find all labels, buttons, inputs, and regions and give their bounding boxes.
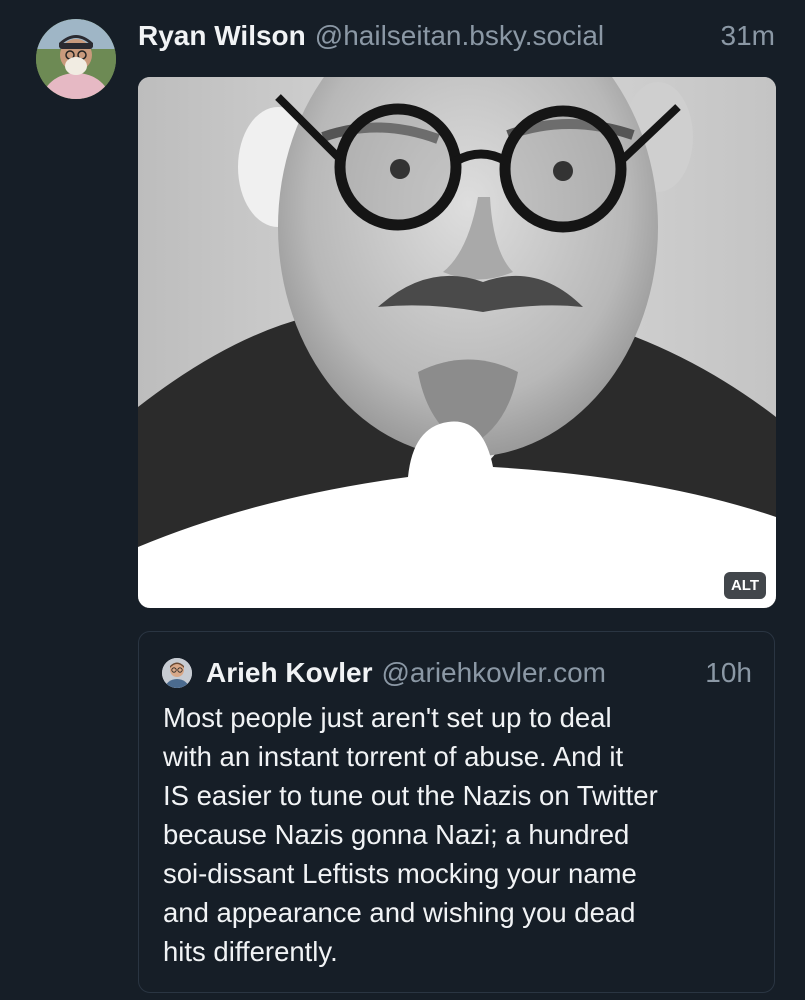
author-avatar[interactable] <box>36 19 116 99</box>
post-image[interactable]: ALT <box>138 77 776 608</box>
quote-body-text: Most people just aren't set up to deal w… <box>163 702 658 967</box>
author-name[interactable]: Ryan Wilson <box>138 18 306 54</box>
post-header: Ryan Wilson @hailseitan.bsky.social 31m <box>138 18 775 54</box>
quote-author-avatar[interactable] <box>162 658 192 688</box>
quote-timestamp[interactable]: 10h <box>705 653 752 693</box>
quoted-post[interactable]: Arieh Kovler @ariehkovler.com 10h Most p… <box>138 631 775 993</box>
author-handle[interactable]: @hailseitan.bsky.social <box>315 18 604 54</box>
quote-header: Arieh Kovler @ariehkovler.com 10h <box>206 653 752 693</box>
post[interactable]: Ryan Wilson @hailseitan.bsky.social 31m <box>0 0 805 1000</box>
post-timestamp[interactable]: 31m <box>721 18 775 54</box>
alt-text-button[interactable]: ALT <box>723 572 766 599</box>
quote-author-handle[interactable]: @ariehkovler.com <box>382 653 607 693</box>
quote-author-name[interactable]: Arieh Kovler <box>206 653 373 693</box>
